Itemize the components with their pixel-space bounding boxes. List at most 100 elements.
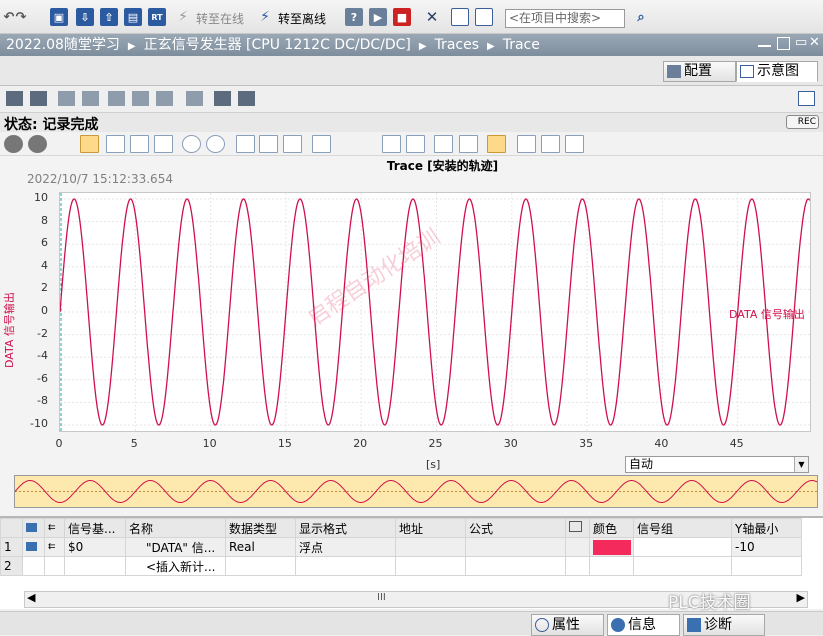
accessible-devices-icon[interactable]: ? [345,8,363,26]
time-format-icon[interactable] [340,135,359,153]
zoom-vertical-icon[interactable] [130,135,149,153]
redo-icon[interactable]: ↷ [12,8,30,26]
panel-layout-icon[interactable] [798,91,815,106]
scroll-left-icon[interactable]: ◀ [27,591,35,604]
row-group[interactable] [633,556,732,576]
row-format[interactable] [295,556,396,576]
col-header-name[interactable]: 名称 [125,518,226,538]
signal-view-icon[interactable] [312,135,331,153]
list-view-icon[interactable] [517,135,536,153]
table-row[interactable]: 1 ⇇ $0 "DATA" 信... Real 浮点 -10 [0,537,802,557]
row-group[interactable] [633,537,732,557]
align-left-icon[interactable] [541,135,560,153]
row-formula[interactable] [465,556,566,576]
align-justify-icon[interactable] [565,135,584,153]
col-header-formula-icon[interactable] [565,518,590,538]
split-horizontal-icon[interactable] [451,8,469,26]
delete-trace-icon[interactable] [108,91,125,106]
overview-strip[interactable] [14,475,818,508]
go-offline-button[interactable]: 转至离线 [278,10,326,27]
close-icon[interactable]: ✕ [809,36,822,50]
line-icon[interactable] [406,135,425,153]
search-project-icon[interactable]: ⌕ [632,8,650,26]
tab-config[interactable]: 配置 [663,61,736,82]
row-ymin[interactable] [731,556,802,576]
color-picker-icon[interactable] [594,135,613,153]
upload-icon[interactable]: ⇧ [100,8,118,26]
add-measurement-icon[interactable] [186,91,203,106]
zoom-selection-icon[interactable] [106,135,125,153]
float-icon[interactable]: ▭ [795,36,808,50]
breadcrumb-trace[interactable]: Trace [503,37,540,53]
split-vertical-icon[interactable] [475,8,493,26]
forward-icon[interactable] [28,135,47,153]
start-cpu-icon[interactable]: ▶ [369,8,387,26]
row-signal[interactable] [64,556,126,576]
activate-recording-icon[interactable] [30,91,47,106]
observe-on-icon[interactable] [58,91,75,106]
go-online-button[interactable]: 转至在线 [196,10,244,27]
col-header-ymin[interactable]: Y轴最小 [731,518,802,538]
pan-hand-icon[interactable] [80,135,99,153]
zoom-out-icon[interactable] [206,135,225,153]
scroll-thumb[interactable]: III [377,592,386,603]
col-header-type[interactable]: 数据类型 [225,518,296,538]
row-type[interactable]: Real [225,537,296,557]
col-header-group[interactable]: 信号组 [633,518,732,538]
chevron-down-icon[interactable]: ▼ [794,457,808,472]
remove-trace-icon[interactable] [132,91,149,106]
go-online-icon[interactable]: ⚡ [174,8,192,26]
project-search-input[interactable]: <在项目中搜索> [505,9,625,28]
col-header-formula[interactable]: 公式 [465,518,566,538]
x-zoom-100-icon[interactable] [283,135,302,153]
export-icon[interactable] [214,91,231,106]
minimize-icon[interactable] [758,37,771,47]
download-icon[interactable]: ⇩ [76,8,94,26]
breadcrumb-device[interactable]: 正玄信号发生器 [CPU 1212C DC/DC/DC] [144,37,411,53]
stop-cpu-icon[interactable]: ■ [393,8,411,26]
observe-off-icon[interactable] [82,91,99,106]
step-line-icon[interactable] [382,135,401,153]
back-icon[interactable] [4,135,23,153]
row-ymin[interactable]: -10 [731,537,802,557]
row-signal[interactable]: $0 [64,537,126,557]
row-address[interactable] [395,537,466,557]
col-header-format[interactable]: 显示格式 [295,518,396,538]
legend-toggle-icon[interactable] [487,135,506,153]
row-color[interactable] [589,537,634,557]
col-header-signal[interactable]: 信号基... [64,518,126,538]
go-offline-icon[interactable]: ⚡ [256,8,274,26]
row-format[interactable]: 浮点 [295,537,396,557]
plot-area[interactable] [59,192,811,432]
simulation-icon[interactable]: ▤ [124,8,142,26]
zoom-100-icon[interactable] [236,135,255,153]
tab-properties[interactable]: 属性 [531,614,604,636]
row-name[interactable]: "DATA" 信... [125,537,226,557]
measure-cursor-h-icon[interactable] [459,135,478,153]
runtime-icon[interactable]: RT [148,8,166,26]
zoom-horizontal-icon[interactable] [154,135,173,153]
import-icon[interactable] [238,91,255,106]
measure-cursor-v-icon[interactable] [434,135,453,153]
scroll-right-icon[interactable]: ▶ [797,591,805,604]
breadcrumb-project[interactable]: 2022.08随堂学习 [6,37,120,53]
auto-repeat-icon[interactable] [156,91,173,106]
row-formula[interactable] [465,537,566,557]
compile-icon[interactable]: ▣ [50,8,68,26]
restore-icon[interactable] [777,37,790,50]
row-name[interactable]: <插入新计... [125,556,226,576]
autoscale-select[interactable]: 自动 ▼ [625,456,809,473]
table-row[interactable]: 2 <插入新计... [0,556,802,576]
install-trace-icon[interactable] [6,91,23,106]
tab-diagram[interactable]: 示意图 [736,61,818,82]
snapshot-icon[interactable] [53,135,72,153]
tab-diagnostics[interactable]: 诊断 [683,614,765,636]
row-color[interactable] [589,556,634,576]
zoom-in-icon[interactable] [182,135,201,153]
breadcrumb-traces[interactable]: Traces [435,37,479,53]
cross-reference-icon[interactable]: ✕ [423,8,441,26]
tab-info[interactable]: 信息 [607,614,680,636]
row-type[interactable] [225,556,296,576]
row-address[interactable] [395,556,466,576]
col-header-address[interactable]: 地址 [395,518,466,538]
